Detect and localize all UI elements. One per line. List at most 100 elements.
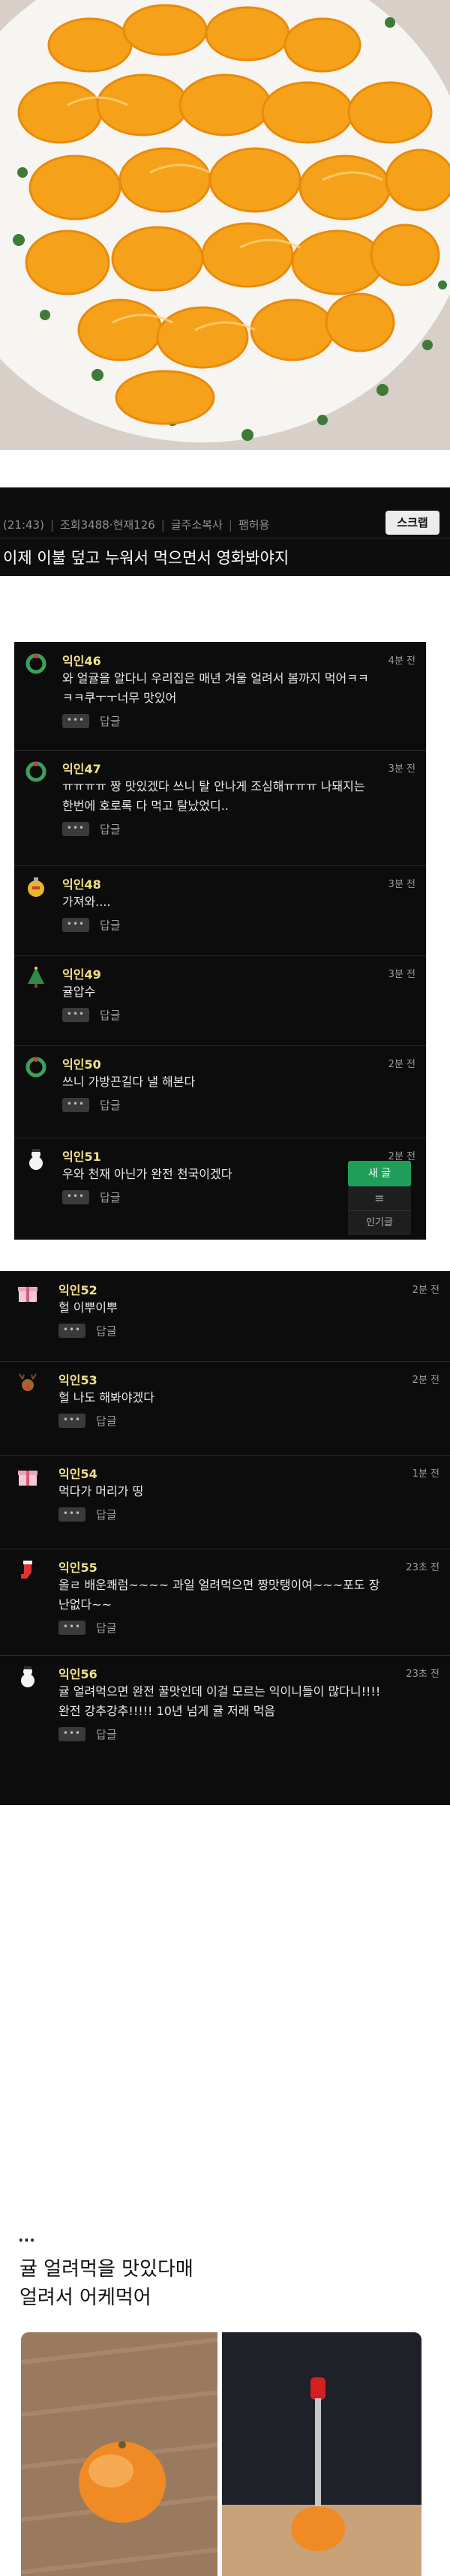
comment-more-button[interactable]: ••• [58, 1324, 86, 1338]
comment-text: 먹다가 머리가 띵 [58, 1484, 144, 1498]
comment-reply-link[interactable]: 답글 [96, 1726, 117, 1742]
comment-text: 완전 강추강추!!!!! 10년 넘게 귤 저래 먹음 [58, 1704, 276, 1718]
comment-more-button[interactable]: ••• [58, 1621, 86, 1635]
comment-time: 3분 전 [388, 879, 416, 890]
snowman-icon [16, 1666, 39, 1688]
stocking-icon [16, 1559, 39, 1582]
comment-nickname[interactable]: 익인55 [58, 1558, 98, 1576]
comment-divider [14, 750, 426, 751]
post-meta: (21:43) | 조회3488·현재126 | 글주소복사 | 팸허용 [3, 518, 270, 532]
scrap-button[interactable]: 스크랩 [386, 511, 440, 535]
comment-reply-link[interactable]: 답글 [96, 1620, 117, 1636]
ornament-icon [25, 876, 47, 898]
ellipsis-text: ... [18, 2227, 35, 2245]
comment-reply-link[interactable]: 답글 [100, 917, 121, 933]
comment-text: 와 얼귤을 알다니 우리집은 매년 겨울 얼려서 봄까지 먹어ㅋㅋ [62, 671, 369, 685]
report-link[interactable]: 팸허용 [238, 518, 269, 532]
comment-more-button[interactable]: ••• [62, 918, 89, 932]
member-count: 현재126 [112, 518, 155, 532]
comment-reply-link[interactable]: 답글 [100, 821, 121, 837]
tangerine-plate-photo [0, 0, 450, 450]
comment-divider [0, 1655, 450, 1656]
comment-text: 한번에 호로록 다 먹고 탈났었디.. [62, 799, 229, 813]
comment-item: 익인54 1분 전먹다가 머리가 띵 ••• 답글 [0, 1455, 450, 1549]
comment-reply-link[interactable]: 답글 [96, 1323, 117, 1339]
wreath-icon [25, 1056, 47, 1078]
comment-time: 3분 전 [388, 763, 416, 775]
comment-nickname[interactable]: 익인53 [58, 1370, 98, 1388]
comment-time: 23초 전 [406, 1669, 440, 1680]
comment-reply-link[interactable]: 답글 [100, 713, 121, 729]
comment-nickname[interactable]: 익인54 [58, 1464, 98, 1482]
comment-item: 익인46 4분 전와 얼귤을 알다니 우리집은 매년 겨울 얼려서 봄까지 먹어ㅋ… [14, 642, 426, 750]
comment-divider [14, 865, 426, 866]
comment-reply-link[interactable]: 답글 [96, 1413, 117, 1429]
comment-divider [14, 955, 426, 956]
comment-divider [14, 1045, 426, 1046]
comment-more-button[interactable]: ••• [58, 1414, 86, 1428]
frozen-tangerine-photo [21, 2332, 218, 2576]
comment-list-2: 익인52 2분 전헐 이뿌이뿌 ••• 답글 익인53 2분 전헐 나도 해봐야겠다 •••… [0, 1271, 450, 1805]
comment-time: 2분 전 [388, 1059, 416, 1070]
comment-text: 우와 천재 아닌가 완전 천국이겠다 [62, 1167, 232, 1181]
caption-line-2: 얼려서 어케먹어 [20, 2287, 152, 2309]
comment-more-button[interactable]: ••• [58, 1727, 86, 1741]
comment-nickname[interactable]: 익인49 [62, 964, 101, 982]
comment-text: 난없다~~ [58, 1597, 112, 1612]
comment-more-button[interactable]: ••• [62, 1008, 89, 1022]
post-meta-row: (21:43) | 조회3488·현재126 | 글주소복사 | 팸허용 스크랩 [0, 508, 450, 538]
comment-nickname[interactable]: 익인47 [62, 759, 101, 777]
gift-icon [16, 1465, 39, 1488]
comment-more-button[interactable]: ••• [62, 822, 89, 836]
comment-text: ㅋㅋ쿠ㅜㅜ너무 맛있어 [62, 691, 177, 705]
comment-time: 4분 전 [388, 655, 416, 667]
new-post-button[interactable]: 새 글 [348, 1161, 411, 1186]
comment-nickname[interactable]: 익인56 [58, 1664, 98, 1682]
gift-icon [16, 1282, 39, 1304]
comment-item: 익인50 2분 전 쓰니 가방끈길다 낼 해본다 ••• 답글 [14, 1045, 426, 1138]
copy-address-link[interactable]: 글주소복사 [171, 518, 223, 532]
post-header: (21:43) | 조회3488·현재126 | 글주소복사 | 팸허용 스크랩 이제 이불… [0, 487, 450, 576]
view-count: 조회3488 [60, 518, 110, 532]
comment-reply-link[interactable]: 답글 [100, 1189, 121, 1205]
comment-item: 익인56 23초 전귤 얼려먹으면 완전 꿀맛인데 이걸 모르는 익이니들이 많다… [0, 1655, 450, 1805]
comment-reply-link[interactable]: 답글 [96, 1507, 117, 1522]
comment-time: 1분 전 [412, 1468, 440, 1480]
comment-more-button[interactable]: ••• [62, 714, 89, 728]
comment-text: ㅠㅠㅠㅠ 짱 맛있겠다 쓰니 탈 안나게 조심해ㅠㅠㅠ 나돼지는 [62, 779, 365, 793]
comment-divider [0, 1361, 450, 1362]
tree-icon [25, 966, 47, 988]
comment-divider [0, 1455, 450, 1456]
reindeer-icon [16, 1372, 39, 1394]
comment-item: 익인53 2분 전헐 나도 해봐야겠다 ••• 답글 [0, 1361, 450, 1455]
comment-more-button[interactable]: ••• [58, 1507, 86, 1522]
comment-nickname[interactable]: 익인50 [62, 1054, 101, 1072]
comment-more-button[interactable]: ••• [62, 1190, 89, 1204]
comment-reply-link[interactable]: 답글 [100, 1097, 121, 1113]
wreath-icon [25, 760, 47, 783]
caption-line-1: 귤 얼려먹을 맛있다매 [20, 2258, 194, 2281]
comment-time: 2분 전 [412, 1375, 440, 1386]
comment-nickname[interactable]: 익인52 [58, 1280, 98, 1298]
comment-text: 헐 이뿌이뿌 [58, 1300, 118, 1315]
menu-button[interactable]: ≡ [348, 1186, 411, 1210]
comment-item: 익인55 23초 전 올ㄹ 배운쾌럼~~~~ 과일 얼려먹으면 짱맛탱이여~~~포도… [0, 1549, 450, 1655]
tangerine-on-stick-photo [222, 2332, 422, 2576]
comment-text: 귤압수 [62, 985, 96, 999]
comment-reply-link[interactable]: 답글 [100, 1007, 121, 1023]
snowman-icon [25, 1148, 47, 1171]
comment-nickname[interactable]: 익인48 [62, 874, 101, 892]
comment-text: 헐 나도 해봐야겠다 [58, 1390, 154, 1405]
comment-time: 3분 전 [388, 969, 416, 980]
popular-posts-button[interactable]: 인기글 [348, 1210, 411, 1235]
post-time: (21:43) [3, 518, 44, 532]
comment-more-button[interactable]: ••• [62, 1098, 89, 1112]
comment-item: 익인48 3분 전 가져와.... ••• 답글 [14, 865, 426, 955]
comment-nickname[interactable]: 익인51 [62, 1147, 101, 1165]
comment-item: 익인49 3분 전귤압수 ••• 답글 [14, 955, 426, 1045]
post-title: 이제 이불 덮고 누워서 먹으면서 영화봐야지 [3, 549, 290, 567]
comment-item: 익인52 2분 전헐 이뿌이뿌 ••• 답글 [0, 1271, 450, 1361]
comment-nickname[interactable]: 익인46 [62, 651, 101, 669]
wreath-icon [25, 652, 47, 675]
comment-text: 귤 얼려먹으면 완전 꿀맛인데 이걸 모르는 익이니들이 많다니!!!! [58, 1684, 381, 1699]
